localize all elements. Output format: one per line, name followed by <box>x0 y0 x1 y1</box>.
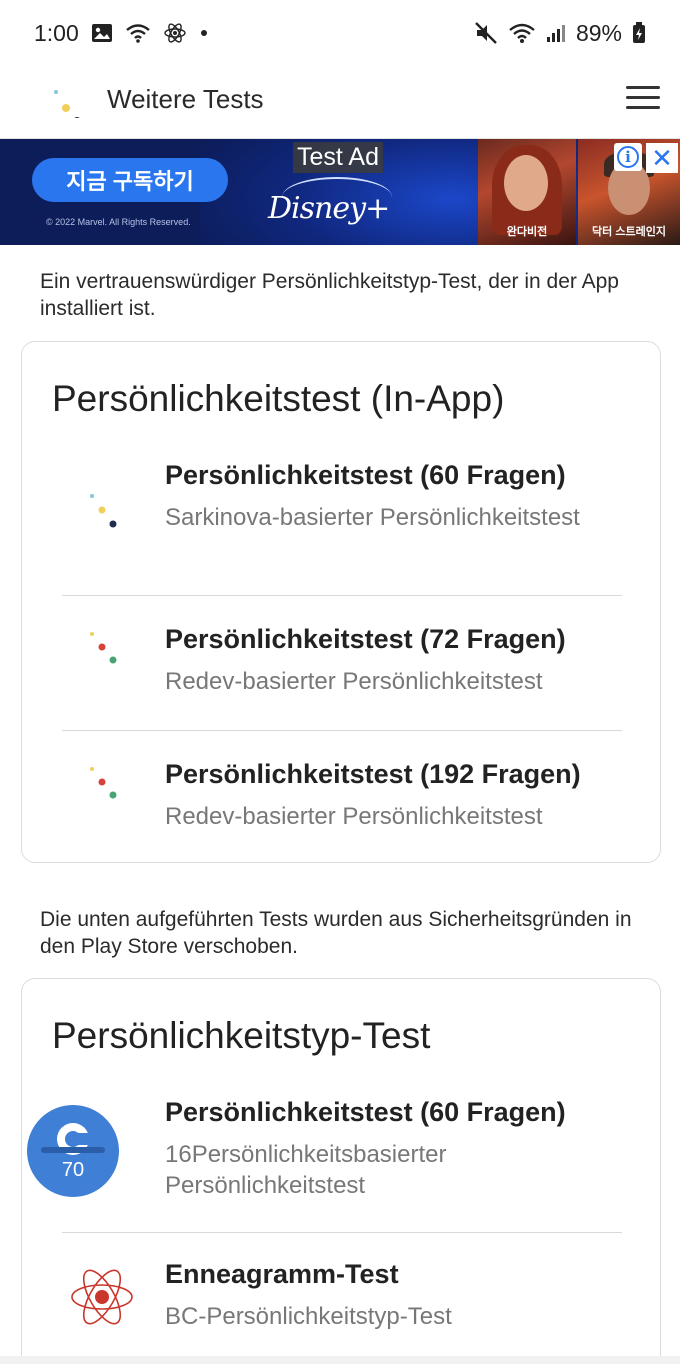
ad-banner[interactable]: 지금 구독하기 © 2022 Marvel. All Rights Reserv… <box>0 139 680 245</box>
test-title: Persönlichkeitstest (192 Fragen) <box>165 759 581 789</box>
play-store-card: Persönlichkeitstyp-Test 70 Persönlichkei… <box>21 978 661 1364</box>
test-title: Persönlichkeitstest (60 Fragen) <box>165 1097 566 1127</box>
test-title: Enneagramm-Test <box>165 1259 399 1289</box>
battery-icon <box>632 22 646 44</box>
mute-icon <box>474 21 498 45</box>
poster-face <box>504 155 548 211</box>
list-item[interactable]: Persönlichkeitstest (192 Fragen) Redev-b… <box>22 731 662 861</box>
in-app-intro: Ein vertrauenswürdiger Persönlichkeitsty… <box>40 270 619 320</box>
status-bar: 1:00 89% <box>0 0 680 66</box>
play-store-intro: Die unten aufgeführten Tests wurden aus … <box>40 908 632 958</box>
battery-percent: 89% <box>575 19 622 46</box>
hamburger-menu-icon-bar <box>626 96 660 99</box>
page-title: Weitere Tests <box>107 84 264 114</box>
list-item[interactable]: 70 Persönlichkeitstest (60 Fragen) 16Per… <box>22 1089 662 1233</box>
info-icon: i <box>617 146 639 168</box>
test-subtitle: 16Persönlichkeitsbasierter Persönlichkei… <box>165 1141 447 1199</box>
badge-number: 70 <box>61 1159 85 1181</box>
app-logo-icon <box>50 78 86 125</box>
test-subtitle: BC-Persönlichkeitstyp-Test <box>165 1303 452 1330</box>
test-title: Persönlichkeitstest (72 Fragen) <box>165 624 566 654</box>
app-bar: Weitere Tests <box>0 66 680 138</box>
list-item[interactable]: Enneagramm-Test BC-Persönlichkeitstyp-Te… <box>22 1233 662 1353</box>
test-subtitle: Redev-basierter Persönlichkeitstest <box>165 668 543 695</box>
badge-70-icon: 70 <box>27 1105 119 1197</box>
hamburger-menu-icon-bar <box>626 106 660 109</box>
ad-brand-logo: Disney+ <box>268 191 390 226</box>
signal-icon <box>546 23 566 43</box>
close-icon: ✕ <box>651 142 673 173</box>
ad-copyright: © 2022 Marvel. All Rights Reserved. <box>46 217 191 227</box>
ad-label: Test Ad <box>293 142 383 173</box>
hamburger-menu-icon <box>626 86 660 89</box>
ad-cta-button[interactable]: 지금 구독하기 <box>32 158 228 202</box>
in-app-card: Persönlichkeitstest (In-App) Persönlichk… <box>21 341 661 863</box>
badge-bar <box>41 1147 105 1153</box>
test-subtitle: Redev-basierter Persönlichkeitstest <box>165 803 543 830</box>
menu-button[interactable] <box>622 84 662 114</box>
poster-caption: 닥터 스트레인지 <box>592 226 666 238</box>
test-title: Persönlichkeitstest (60 Fragen) <box>165 460 566 490</box>
ad-poster-image[interactable]: 완다비전 <box>478 139 576 245</box>
wifi-call-icon <box>125 22 151 44</box>
card-title: Persönlichkeitstest (In-App) <box>52 378 505 419</box>
list-item[interactable]: Persönlichkeitstest (60 Fragen) Sarkinov… <box>22 452 662 596</box>
wifi-icon <box>508 22 536 44</box>
poster-caption: 완다비전 <box>506 226 548 238</box>
atom-icon <box>163 21 187 45</box>
dots-blue-icon <box>72 482 132 542</box>
atom-icon <box>68 1263 136 1331</box>
test-subtitle: Sarkinova-basierter Persönlichkeitstest <box>165 504 580 531</box>
dots-red-green-icon <box>72 757 132 817</box>
dots-red-green-icon <box>72 622 132 682</box>
nav-bar-edge <box>0 1356 680 1364</box>
ad-close-button[interactable]: ✕ <box>646 143 678 173</box>
image-icon <box>91 23 113 43</box>
ad-info-button[interactable]: i <box>614 143 642 171</box>
status-time: 1:00 <box>34 19 79 46</box>
card-title: Persönlichkeitstyp-Test <box>52 1015 431 1056</box>
dot-icon <box>199 28 209 38</box>
list-item[interactable]: Persönlichkeitstest (72 Fragen) Redev-ba… <box>22 596 662 731</box>
